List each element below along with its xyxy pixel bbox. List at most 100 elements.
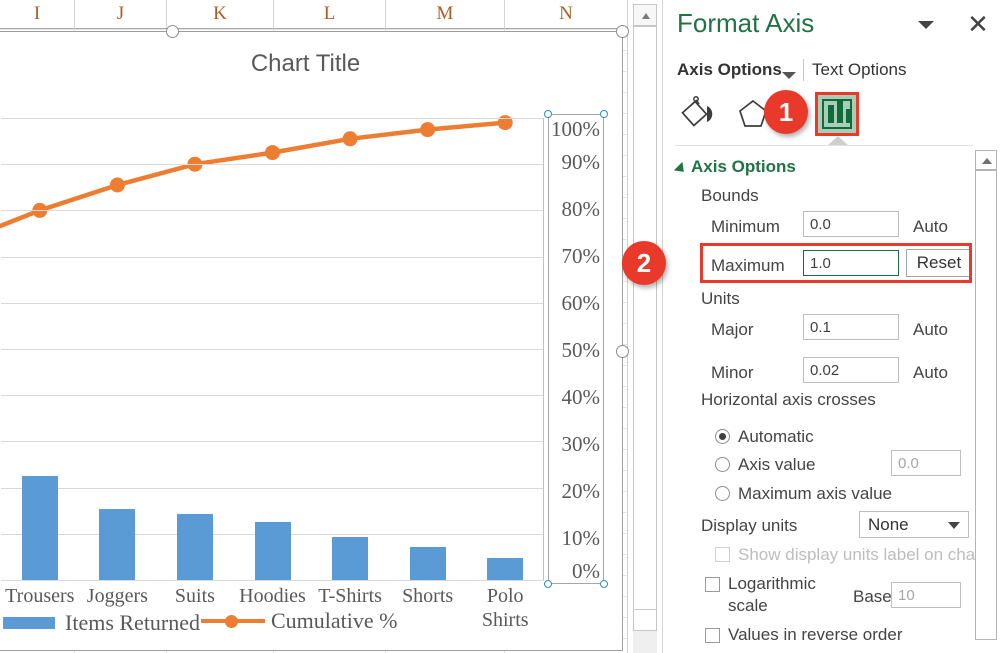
axis-icon-bar	[837, 99, 843, 123]
format-axis-pane[interactable]: Format Axis ✕ Axis Options Text Options …	[662, 0, 1003, 653]
category-label-trousers[interactable]: Trousers	[1, 584, 79, 608]
column-header-n[interactable]: N	[505, 0, 628, 29]
label-display-units: Display units	[701, 516, 798, 535]
axis-tick-label: 30%	[561, 432, 601, 456]
radio-label-automatic[interactable]: Automatic	[738, 427, 814, 447]
bar-suits[interactable]	[177, 514, 213, 580]
axis-tick-label: 20%	[561, 479, 601, 503]
legend-item-items-returned[interactable]: Items Returned	[3, 610, 200, 636]
checkbox-show-display-units-label[interactable]	[715, 547, 730, 562]
category-label-polo-shirts[interactable]: Polo Shirts	[466, 584, 544, 632]
bar-t-shirts[interactable]	[332, 537, 368, 580]
minor-auto-button[interactable]: Auto	[913, 363, 948, 383]
section-title-axis-options: Axis Options	[691, 157, 796, 176]
scrollbar-thumb[interactable]	[633, 26, 657, 610]
axis-selection-handle-bottom-right[interactable]	[600, 580, 608, 588]
checkbox-logarithmic-scale[interactable]	[705, 577, 720, 592]
label-show-display-units-label[interactable]: Show display units label on chart	[738, 545, 986, 565]
label-major: Major	[711, 320, 754, 339]
chart-resize-handle-middle-right[interactable]	[616, 345, 629, 358]
plot-right-border	[543, 118, 544, 580]
scroll-up-arrow-icon[interactable]	[633, 4, 657, 26]
minor-unit-input[interactable]: 0.02	[803, 357, 899, 383]
pane-scrollbar-track[interactable]	[975, 170, 997, 640]
axis-options-icon[interactable]	[815, 92, 859, 136]
gridline	[1, 580, 544, 581]
axis-tick-label: 50%	[561, 338, 601, 362]
radio-axis-value[interactable]	[715, 457, 730, 472]
category-label-shorts[interactable]: Shorts	[389, 584, 467, 608]
label-logarithmic-scale-line2[interactable]: scale	[728, 596, 768, 616]
bar-polo-shirts[interactable]	[487, 558, 523, 580]
axis-value-input[interactable]: 0.0	[891, 450, 961, 476]
column-header-l[interactable]: L	[274, 0, 386, 29]
line-marker-hoodies[interactable]	[265, 145, 280, 161]
pane-menu-chevron-down-icon[interactable]	[918, 21, 934, 29]
pane-title: Format Axis	[677, 8, 815, 38]
category-label-joggers[interactable]: Joggers	[79, 584, 157, 608]
chevron-down-icon[interactable]	[948, 522, 960, 529]
group-label-units: Units	[701, 289, 740, 308]
column-header-k[interactable]: K	[167, 0, 274, 29]
minimum-auto-button[interactable]: Auto	[913, 217, 948, 237]
axis-tick-label: 40%	[561, 385, 601, 409]
chart-object[interactable]: Chart Title 0% 10% 20% 30% 40% 50% 60% 70% 80% 90…	[0, 25, 629, 651]
gridline	[1, 210, 544, 211]
group-label-horizontal-axis-crosses: Horizontal axis crosses	[701, 390, 876, 409]
radio-automatic[interactable]	[715, 429, 730, 444]
label-minimum: Minimum	[711, 217, 780, 236]
line-marker-shorts[interactable]	[420, 122, 436, 138]
bar-trousers[interactable]	[22, 476, 58, 580]
tab-axis-options[interactable]: Axis Options	[677, 60, 782, 80]
bar-hoodies[interactable]	[255, 522, 291, 580]
axis-tick-label: 0%	[572, 559, 600, 583]
worksheet-vertical-scrollbar[interactable]	[627, 0, 662, 653]
gridline	[1, 488, 544, 489]
minimum-input[interactable]: 0.0	[803, 211, 899, 237]
axis-tick-label: 10%	[561, 526, 601, 550]
column-header-m[interactable]: M	[386, 0, 505, 29]
maximum-row-highlight	[700, 243, 972, 283]
major-unit-input[interactable]: 0.1	[803, 314, 899, 340]
column-header-i[interactable]: I	[0, 0, 75, 29]
radio-label-maximum-axis-value[interactable]: Maximum axis value	[738, 484, 892, 504]
cumulative-line[interactable]	[0, 120, 506, 232]
chart-plot-area[interactable]	[0, 115, 544, 581]
label-logarithmic-scale-line1[interactable]: Logarithmic	[728, 574, 816, 594]
pane-scroll-up-arrow-icon[interactable]	[975, 150, 997, 170]
chart-resize-handle-top-center[interactable]	[166, 25, 179, 38]
chart-resize-handle-top-right[interactable]	[616, 25, 629, 38]
axis-selection-handle-top-right[interactable]	[600, 110, 608, 118]
gridline	[1, 303, 544, 304]
secondary-value-axis[interactable]: 0% 10% 20% 30% 40% 50% 60% 70% 80% 90% 100%	[544, 110, 608, 588]
legend-label: Cumulative %	[271, 608, 398, 633]
chart-legend[interactable]: Items Returned Cumulative %	[3, 604, 423, 644]
checkbox-values-in-reverse-order[interactable]	[705, 628, 720, 643]
radio-label-axis-value[interactable]: Axis value	[738, 455, 815, 475]
axis-selection-handle-bottom-left[interactable]	[544, 580, 552, 588]
tab-axis-options-chevron-down-icon[interactable]	[782, 72, 796, 79]
axis-tick-label: 100%	[551, 117, 600, 141]
bar-shorts[interactable]	[410, 547, 446, 580]
tab-text-options[interactable]: Text Options	[812, 60, 907, 80]
bar-joggers[interactable]	[99, 509, 135, 580]
major-auto-button[interactable]: Auto	[913, 320, 948, 340]
category-label-hoodies[interactable]: Hoodies	[234, 584, 312, 608]
line-marker-joggers[interactable]	[109, 177, 125, 193]
legend-line-marker-icon	[201, 614, 265, 628]
display-units-select[interactable]: None	[859, 511, 969, 538]
legend-item-cumulative-pct[interactable]: Cumulative %	[201, 608, 397, 634]
radio-maximum-axis-value[interactable]	[715, 486, 730, 501]
line-marker-t-shirts[interactable]	[342, 131, 358, 147]
section-collapse-triangle-icon[interactable]	[673, 161, 689, 177]
category-label-t-shirts[interactable]: T-Shirts	[311, 584, 389, 608]
label-values-in-reverse-order[interactable]: Values in reverse order	[728, 625, 903, 645]
pane-vertical-scrollbar[interactable]	[975, 150, 997, 640]
category-label-suits[interactable]: Suits	[156, 584, 234, 608]
axis-tick-label: 80%	[561, 197, 601, 221]
chart-title[interactable]: Chart Title	[0, 50, 622, 78]
close-icon[interactable]: ✕	[965, 11, 991, 38]
column-header-j[interactable]: J	[75, 0, 167, 29]
base-input[interactable]: 10	[891, 582, 961, 608]
fill-icon[interactable]	[679, 93, 723, 135]
